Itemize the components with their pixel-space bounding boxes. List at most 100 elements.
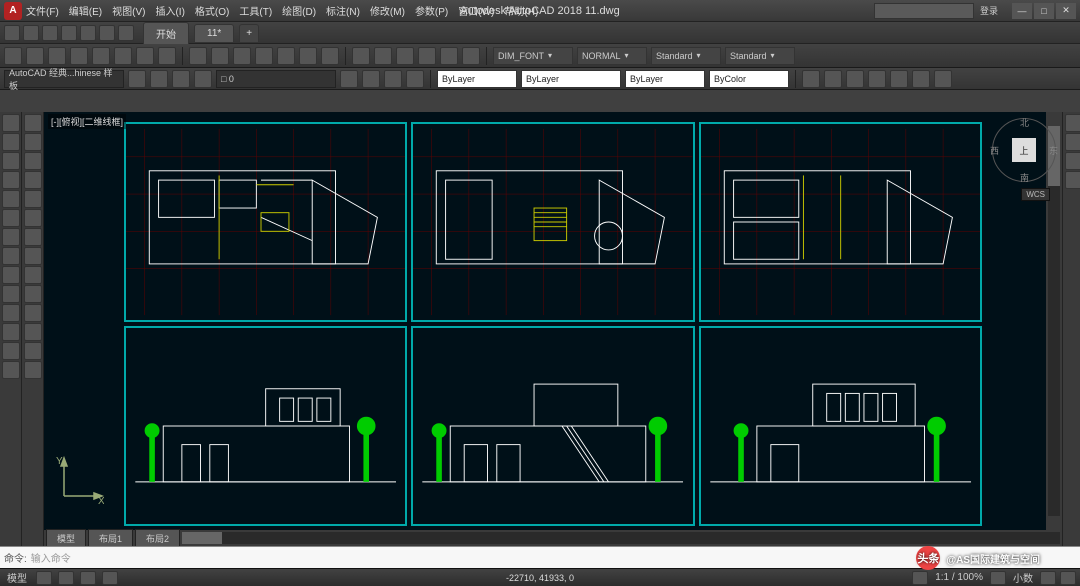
scale-tool-icon[interactable]	[24, 247, 42, 265]
tab-start[interactable]: 开始	[143, 22, 189, 44]
tab-new-button[interactable]: +	[239, 24, 259, 42]
layer-dropdown[interactable]: □ 0	[216, 70, 336, 88]
layer-tool-icon[interactable]	[384, 70, 402, 88]
move-tool-icon[interactable]	[24, 209, 42, 227]
linetype-dropdown[interactable]: ByLayer	[521, 70, 621, 88]
qat-save-icon[interactable]	[42, 25, 58, 41]
tool-icon[interactable]	[92, 47, 110, 65]
menu-edit[interactable]: 编辑(E)	[69, 3, 102, 18]
tool-icon[interactable]	[26, 47, 44, 65]
status-icon[interactable]	[1040, 571, 1056, 585]
rect-tool-icon[interactable]	[2, 190, 20, 208]
fillet-tool-icon[interactable]	[24, 342, 42, 360]
text-tool-icon[interactable]	[2, 304, 20, 322]
qat-undo-icon[interactable]	[99, 25, 115, 41]
nav-tool-icon[interactable]	[1065, 152, 1080, 170]
array-tool-icon[interactable]	[24, 190, 42, 208]
point-tool-icon[interactable]	[2, 266, 20, 284]
tool-icon[interactable]	[255, 47, 273, 65]
table-style-dropdown[interactable]: Standard	[651, 47, 721, 65]
qat-new-icon[interactable]	[4, 25, 20, 41]
ortho-toggle-icon[interactable]	[80, 571, 96, 585]
circle-tool-icon[interactable]	[2, 152, 20, 170]
help-search-input[interactable]	[874, 3, 974, 19]
nav-tool-icon[interactable]	[1065, 171, 1080, 189]
tool-icon[interactable]	[233, 47, 251, 65]
layer-tool-icon[interactable]	[406, 70, 424, 88]
table-tool-icon[interactable]	[2, 342, 20, 360]
tool-icon[interactable]	[136, 47, 154, 65]
region-tool-icon[interactable]	[2, 323, 20, 341]
menu-parametric[interactable]: 参数(P)	[415, 3, 448, 18]
tool-icon[interactable]	[462, 47, 480, 65]
nav-tool-icon[interactable]	[1065, 114, 1080, 132]
menu-view[interactable]: 视图(V)	[112, 3, 145, 18]
qat-redo-icon[interactable]	[118, 25, 134, 41]
tool-icon[interactable]	[396, 47, 414, 65]
maximize-button[interactable]: □	[1034, 3, 1054, 19]
lineweight-dropdown[interactable]: ByLayer	[625, 70, 705, 88]
layer-icon[interactable]	[194, 70, 212, 88]
snap-toggle-icon[interactable]	[58, 571, 74, 585]
layout1-tab[interactable]: 布局1	[88, 529, 133, 547]
tool-icon[interactable]	[299, 47, 317, 65]
layer-icon[interactable]	[172, 70, 190, 88]
qat-open-icon[interactable]	[23, 25, 39, 41]
menu-file[interactable]: 文件(F)	[26, 3, 59, 18]
tool-icon[interactable]	[934, 70, 952, 88]
tool-icon[interactable]	[352, 47, 370, 65]
wcs-indicator[interactable]: WCS	[1021, 188, 1050, 201]
block-tool-icon[interactable]	[2, 285, 20, 303]
tool-icon[interactable]	[211, 47, 229, 65]
line-tool-icon[interactable]	[2, 114, 20, 132]
tool-icon[interactable]	[824, 70, 842, 88]
menu-format[interactable]: 格式(O)	[195, 3, 229, 18]
mirror-tool-icon[interactable]	[24, 152, 42, 170]
layer-tool-icon[interactable]	[362, 70, 380, 88]
tool-icon[interactable]	[189, 47, 207, 65]
polyline-tool-icon[interactable]	[2, 133, 20, 151]
extend-tool-icon[interactable]	[24, 304, 42, 322]
drawing-canvas[interactable]: [-][俯视][二维线框] 上 北 南 东 西 WCS	[44, 112, 1062, 546]
menu-tools[interactable]: 工具(T)	[239, 3, 272, 18]
model-tab[interactable]: 模型	[46, 529, 86, 547]
tool-icon[interactable]	[158, 47, 176, 65]
offset-tool-icon[interactable]	[24, 171, 42, 189]
tool-icon[interactable]	[277, 47, 295, 65]
menu-insert[interactable]: 插入(I)	[155, 3, 184, 18]
text-style-dropdown[interactable]: DIM_FONT	[493, 47, 573, 65]
tool-icon[interactable]	[418, 47, 436, 65]
chamfer-tool-icon[interactable]	[24, 361, 42, 379]
qat-plot-icon[interactable]	[80, 25, 96, 41]
login-link[interactable]: 登录	[980, 4, 998, 17]
mtext-tool-icon[interactable]	[2, 361, 20, 379]
trim-tool-icon[interactable]	[24, 285, 42, 303]
status-icon[interactable]	[912, 571, 928, 585]
tool-icon[interactable]	[802, 70, 820, 88]
tool-icon[interactable]	[4, 47, 22, 65]
color-dropdown[interactable]: ByLayer	[437, 70, 517, 88]
command-input[interactable]: 输入命令	[31, 550, 71, 565]
tool-icon[interactable]	[70, 47, 88, 65]
tool-icon[interactable]	[890, 70, 908, 88]
layer-tool-icon[interactable]	[340, 70, 358, 88]
menu-modify[interactable]: 修改(M)	[370, 3, 405, 18]
dim-style-dropdown[interactable]: NORMAL	[577, 47, 647, 65]
tool-icon[interactable]	[114, 47, 132, 65]
close-button[interactable]: ✕	[1056, 3, 1076, 19]
ucs-icon[interactable]: YX	[54, 456, 104, 506]
status-model[interactable]: 模型	[4, 570, 30, 585]
spline-tool-icon[interactable]	[2, 247, 20, 265]
copy-tool-icon[interactable]	[24, 133, 42, 151]
layer-icon[interactable]	[150, 70, 168, 88]
nav-tool-icon[interactable]	[1065, 133, 1080, 151]
status-icon[interactable]	[990, 571, 1006, 585]
tool-icon[interactable]	[912, 70, 930, 88]
viewport-label[interactable]: [-][俯视][二维线框]	[48, 114, 126, 129]
polar-toggle-icon[interactable]	[102, 571, 118, 585]
minimize-button[interactable]: —	[1012, 3, 1032, 19]
customization-icon[interactable]	[1060, 571, 1076, 585]
grid-toggle-icon[interactable]	[36, 571, 52, 585]
menu-draw[interactable]: 绘图(D)	[282, 3, 316, 18]
scale-readout[interactable]: 1:1 / 100%	[932, 572, 986, 583]
